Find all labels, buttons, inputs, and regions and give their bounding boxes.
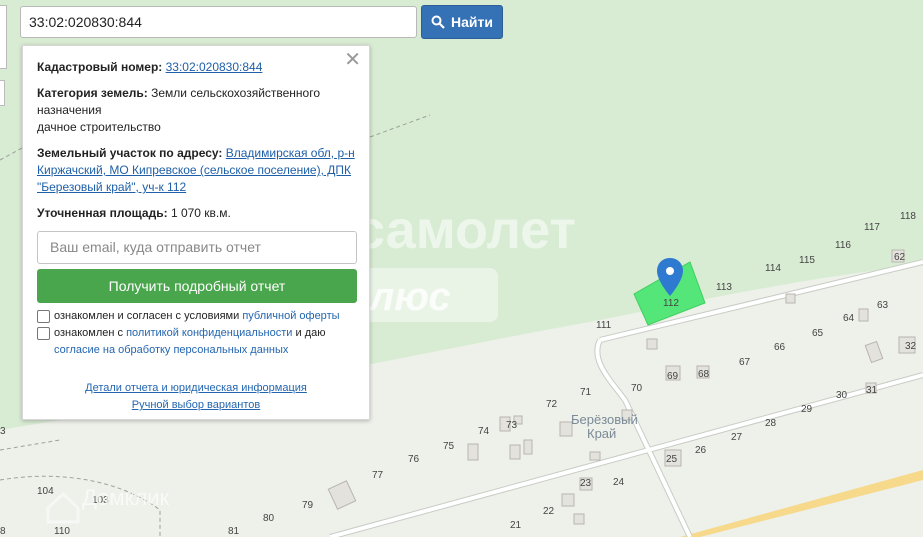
category-label: Категория земель: [37,86,148,100]
watermark-logo: самолет [355,200,576,260]
plot-label: 66 [774,342,786,353]
plot-label: 115 [799,255,815,266]
address-label: Земельный участок по адресу: [37,146,223,160]
category-use: дачное строительство [37,120,161,134]
selected-plot-label: 112 [663,298,679,309]
email-input[interactable]: Ваш email, куда отправить отчет [37,231,357,264]
plot-label: 81 [228,526,240,537]
plot-label: 27 [731,432,743,443]
plot-label: 72 [546,399,558,410]
search-input[interactable] [20,6,417,38]
address-row: Земельный участок по адресу: Владимирска… [37,145,355,196]
plot-label: 64 [843,313,855,324]
plot-label: 73 [506,420,518,431]
plot-label: 70 [631,383,643,394]
plot-label: 24 [613,477,625,488]
plot-label: 21 [510,520,522,531]
plot-label: 65 [812,328,824,339]
cadastral-row: Кадастровый номер: 33:02:020830:844 [37,59,355,76]
place-name: Берёзовый [571,412,638,427]
plot-label: 63 [877,300,889,311]
plot-label: 23 [580,478,592,489]
offer-checkbox[interactable] [37,310,50,323]
plot-label: 26 [695,445,707,456]
area-value: 1 070 кв.м. [170,206,231,220]
plot-label: 25 [666,454,678,465]
place-name: Край [587,426,616,441]
offer-link[interactable]: публичной оферты [242,310,339,322]
offer-text: ознакомлен и согласен с условиями [54,310,240,322]
plot-label: 31 [866,385,878,396]
plot-label: 80 [263,513,275,524]
plot-label: 22 [543,506,555,517]
plot-label: 116 [835,240,851,251]
search-button-label: Найти [451,14,493,30]
plot-label: 77 [372,470,384,481]
plot-label: 75 [443,441,455,452]
manual-selection-link[interactable]: Ручной выбор вариантов [37,397,355,414]
popup-footer-links: Детали отчета и юридическая информация Р… [37,380,355,414]
plot-label: 117 [864,222,880,233]
plot-label: 118 [900,211,916,222]
search-button[interactable]: Найти [421,5,503,39]
plot-label: 29 [801,404,813,415]
area-row: Уточненная площадь: 1 070 кв.м. [37,205,355,222]
privacy-text: ознакомлен с [54,327,124,339]
plot-label: 113 [716,282,732,293]
plot-label: 8 [0,526,6,537]
privacy-link[interactable]: политикой конфиденциальности [126,327,292,339]
plot-label: 110 [54,526,70,537]
plot-label: 28 [765,418,777,429]
plot-label: 32 [905,341,917,352]
plot-label: 111 [596,320,612,331]
plot-label: 104 [37,486,54,497]
plot-label: 114 [765,263,781,274]
search-icon [431,15,445,29]
plot-label: 79 [302,500,314,511]
close-icon[interactable]: ✕ [344,50,361,70]
plot-label: 62 [894,252,906,263]
plot-label: 3 [0,426,6,437]
plot-label: 67 [739,357,751,368]
map-control-stub[interactable] [0,80,5,106]
plot-label: 74 [478,426,490,437]
privacy-checkbox[interactable] [37,327,50,340]
map-control-stub[interactable] [0,5,7,69]
plot-label: 69 [667,371,679,382]
consent-link[interactable]: согласие на обработку персональных данны… [54,344,288,356]
cadastral-link[interactable]: 33:02:020830:844 [166,60,263,74]
get-report-button[interactable]: Получить подробный отчет [37,269,357,303]
plot-label: 68 [698,369,710,380]
plot-label: 30 [836,390,848,401]
category-row: Категория земель: Земли сельскохозяйстве… [37,85,355,136]
area-label: Уточненная площадь: [37,206,168,220]
details-link[interactable]: Детали отчета и юридическая информация [37,380,355,397]
cadastral-label: Кадастровый номер: [37,60,163,74]
privacy-checkbox-row: ознакомлен с политикой конфиденциальност… [37,325,355,359]
offer-checkbox-row: ознакомлен и согласен с условиями публич… [37,308,355,325]
privacy-text: и даю [295,327,326,339]
plot-info-popup: ✕ Кадастровый номер: 33:02:020830:844 Ка… [22,45,370,420]
plot-label: 76 [408,454,420,465]
watermark-logo: Домклик [82,485,170,510]
plot-label: 71 [580,387,592,398]
